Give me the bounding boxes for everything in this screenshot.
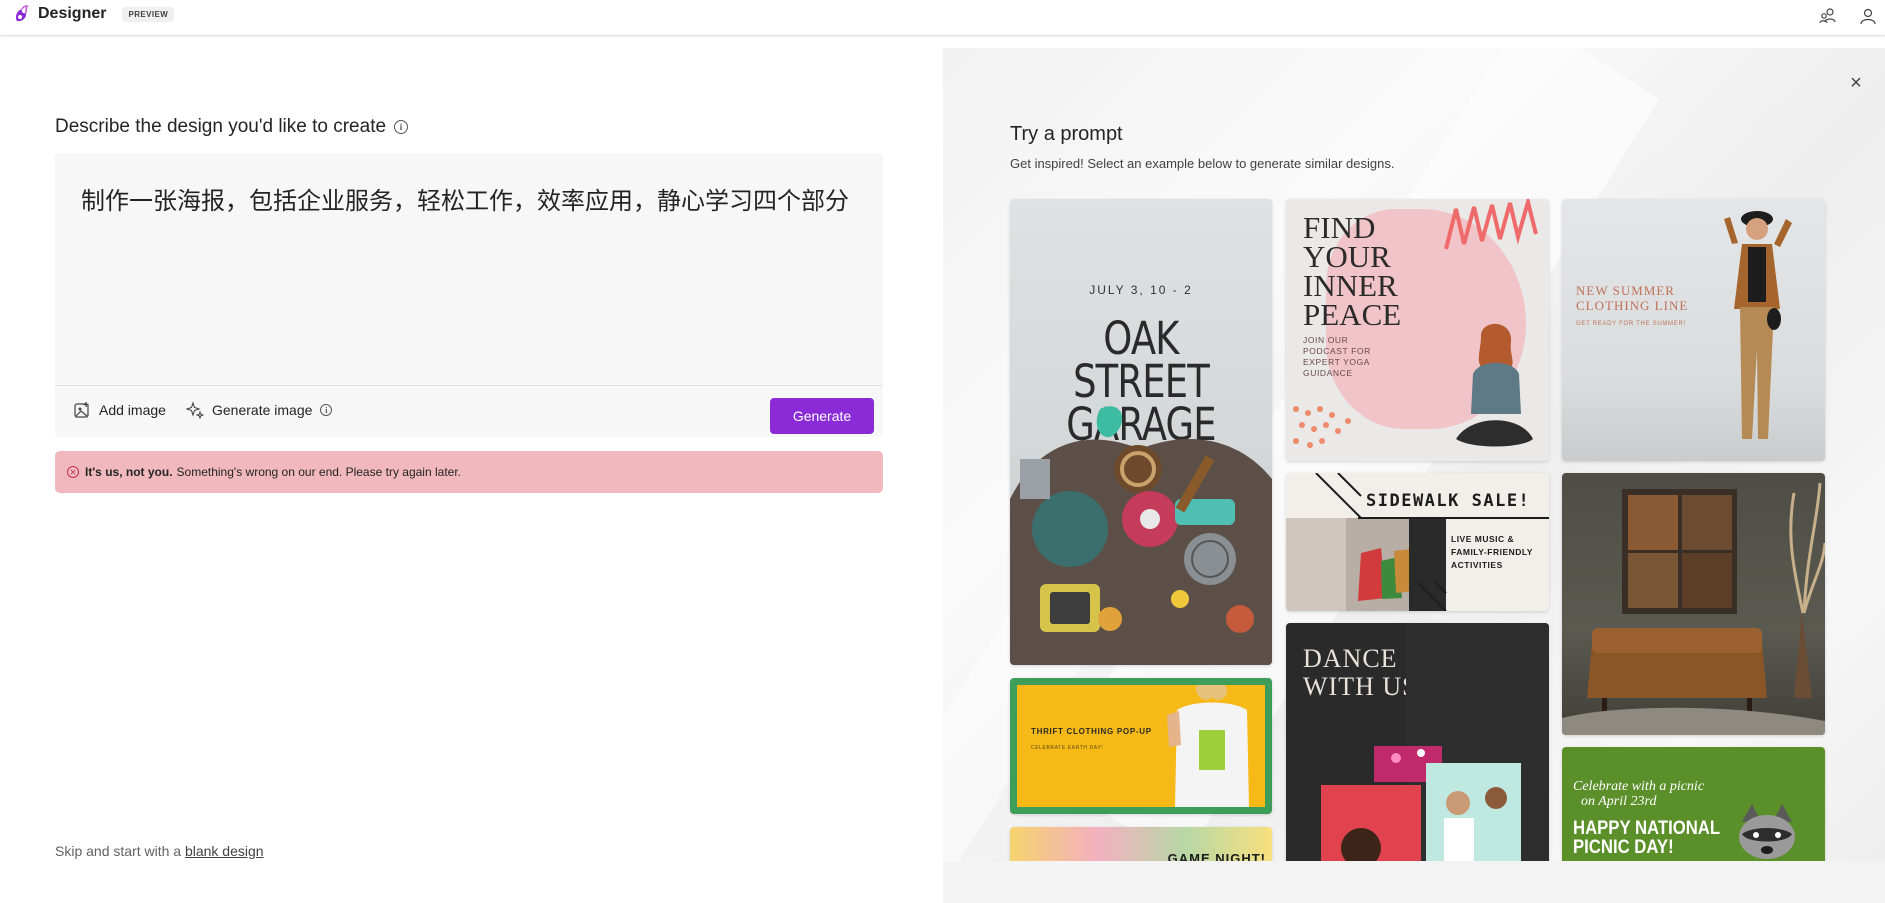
add-image-icon — [74, 402, 89, 418]
peace-title-line: FIND — [1303, 210, 1376, 245]
generate-image-button[interactable]: Generate image i — [186, 401, 333, 419]
add-image-button[interactable]: Add image — [73, 401, 166, 419]
generate-button[interactable]: Generate — [770, 398, 874, 434]
preview-badge: PREVIEW — [122, 6, 175, 22]
squiggle-decoration — [1444, 199, 1538, 250]
dots-decoration — [1293, 406, 1351, 448]
eco-shirt-image — [1167, 685, 1249, 807]
summer-subtitle: GET READY FOR THE SUMMER! — [1576, 321, 1686, 327]
logo-area[interactable]: Designer PREVIEW — [12, 4, 175, 24]
share-people-icon[interactable] — [1817, 5, 1839, 27]
summer-title-line: CLOTHING LINE — [1576, 298, 1689, 313]
error-message: ✕ It's us, not you. Something's wrong on… — [55, 451, 883, 493]
panel-bottom-area — [943, 861, 1885, 903]
thrift-background: THRIFT CLOTHING POP-UP CELEBRATE EARTH D… — [1017, 685, 1265, 807]
summer-title-line: NEW SUMMER — [1576, 283, 1675, 298]
try-prompt-subtitle: Get inspired! Select an example below to… — [1010, 156, 1395, 171]
info-icon[interactable]: i — [394, 120, 409, 134]
prompt-divider — [55, 385, 883, 386]
picnic-script-line: on April 23rd — [1581, 794, 1657, 809]
picnic-script-line: Celebrate with a picnic — [1573, 779, 1705, 794]
skip-prefix: Skip and start with a — [55, 843, 182, 859]
sparkle-icon — [186, 401, 204, 419]
blank-design-link[interactable]: blank design — [185, 843, 264, 859]
thrift-subtitle: CELEBRATE EARTH DAY! — [1031, 745, 1104, 751]
peace-title-line: YOUR — [1303, 239, 1391, 274]
close-icon[interactable]: × — [1846, 73, 1866, 94]
peace-subtitle: JOIN OUR PODCAST FOR EXPERT YOGA GUIDANC… — [1303, 335, 1371, 379]
prompt-card-thrift[interactable]: THRIFT CLOTHING POP-UP CELEBRATE EARTH D… — [1010, 678, 1272, 814]
prompt-card-living-room[interactable] — [1562, 473, 1825, 735]
prompt-card-new-summer[interactable]: NEW SUMMER CLOTHING LINE GET READY FOR T… — [1562, 199, 1825, 461]
peace-title: FIND YOUR INNER PEACE — [1303, 210, 1402, 332]
thrift-title: THRIFT CLOTHING POP-UP — [1031, 727, 1152, 736]
peace-title-line: INNER — [1303, 268, 1398, 303]
picnic-title: HAPPY NATIONAL PICNIC DAY! — [1573, 819, 1720, 857]
sidewalk-sub-line: ACTIVITIES — [1451, 560, 1503, 570]
generate-image-label: Generate image — [212, 402, 313, 418]
prompt-card-sidewalk-sale[interactable]: SIDEWALK SALE! LIVE MUSIC & FAMILY-FRIEN… — [1286, 473, 1549, 611]
living-room-image — [1562, 482, 1825, 735]
summer-title: NEW SUMMER CLOTHING LINE — [1576, 283, 1688, 313]
composer-heading: Describe the design you'd like to create… — [55, 116, 409, 138]
account-icon[interactable] — [1857, 5, 1879, 27]
picnic-title-line: HAPPY NATIONAL — [1573, 818, 1721, 839]
picnic-title-line: PICNIC DAY! — [1573, 837, 1674, 858]
designer-logo-icon — [15, 5, 29, 22]
generate-image-info-icon[interactable]: i — [320, 404, 333, 416]
picnic-script-text: Celebrate with a picnic on April 23rd — [1573, 779, 1704, 809]
prompt-card-inner-peace[interactable]: FIND YOUR INNER PEACE JOIN OUR PODCAST F… — [1286, 199, 1549, 461]
error-bold-text: It's us, not you. — [85, 465, 173, 479]
eco-shirt-text: ECO — [1203, 761, 1223, 771]
error-text: Something's wrong on our end. Please try… — [176, 465, 461, 479]
peace-title-line: PEACE — [1303, 297, 1402, 332]
peace-sub-line: JOIN OUR — [1303, 335, 1349, 345]
try-prompt-title: Try a prompt — [1010, 123, 1123, 145]
peace-sub-line: GUIDANCE — [1303, 368, 1353, 378]
fashion-model-image — [1724, 211, 1792, 439]
sidewalk-subtitle: LIVE MUSIC & FAMILY-FRIENDLY ACTIVITIES — [1451, 533, 1533, 572]
app-title: Designer — [38, 5, 107, 22]
prompt-card-oak-street[interactable]: JULY 3, 10 - 2 OAK STREET GARAGE SALE — [1010, 199, 1272, 665]
prompt-input[interactable]: 制作一张海报，包括企业服务，轻松工作，效率应用，静心学习四个部分 — [81, 181, 861, 216]
error-icon: ✕ — [67, 466, 79, 478]
composer-heading-text: Describe the design you'd like to create — [55, 116, 387, 137]
peace-sub-line: EXPERT YOGA — [1303, 357, 1371, 367]
try-a-prompt-panel: × Try a prompt Get inspired! Select an e… — [943, 48, 1885, 903]
sidewalk-sub-line: LIVE MUSIC & — [1451, 534, 1515, 544]
top-bar: Designer PREVIEW — [0, 0, 1885, 36]
add-image-label: Add image — [99, 402, 166, 418]
peace-sub-line: PODCAST FOR — [1303, 346, 1371, 356]
skip-text: Skip and start with a blank design — [55, 843, 264, 859]
composer-panel: Describe the design you'd like to create… — [0, 48, 943, 903]
sidewalk-title: SIDEWALK SALE! — [1366, 491, 1531, 511]
sidewalk-sub-line: FAMILY-FRIENDLY — [1451, 547, 1533, 557]
meditating-person-image — [1456, 323, 1533, 447]
junk-pile-image — [1010, 406, 1272, 665]
prompt-box: 制作一张海报，包括企业服务，轻松工作，效率应用，静心学习四个部分 Add ima… — [55, 153, 883, 437]
